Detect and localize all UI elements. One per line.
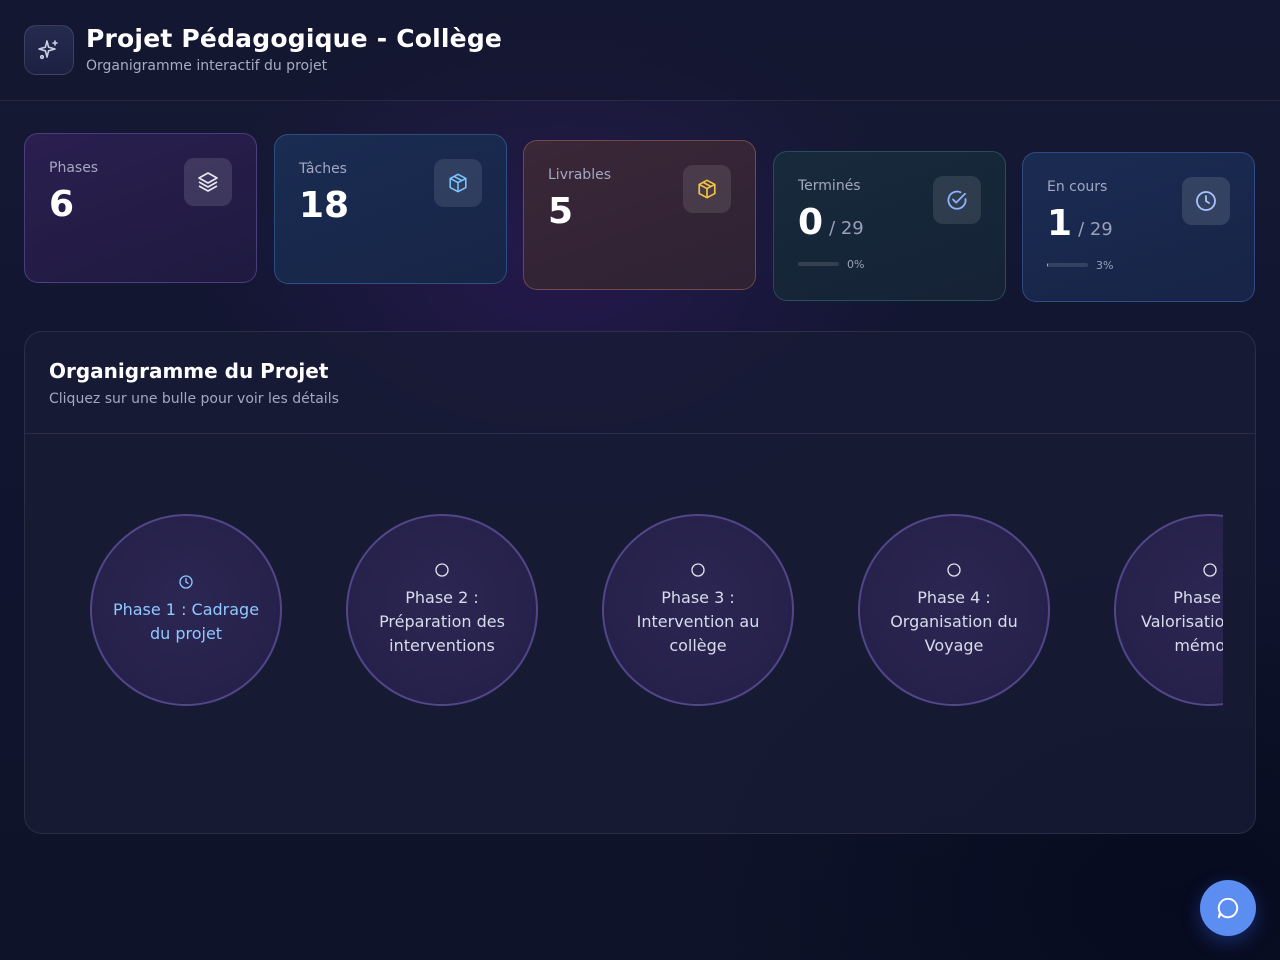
chat-bubble-icon — [1217, 897, 1239, 919]
orgchart-panel: Organigramme du Projet Cliquez sur une b… — [24, 331, 1256, 834]
package-icon — [698, 179, 716, 199]
logo[interactable] — [24, 25, 74, 75]
phase-label: Phase 4 : Organisation du Voyage — [890, 588, 1018, 655]
app-header: Projet Pédagogique - Collège Organigramm… — [0, 0, 1280, 101]
page-subtitle: Organigramme interactif du projet — [86, 58, 328, 74]
progress-bar — [798, 262, 839, 266]
page-title: Projet Pédagogique - Collège — [86, 24, 503, 53]
progress-bar — [1047, 263, 1088, 267]
phase-bubble-1[interactable]: Phase 1 : Cadrage du projet — [90, 514, 282, 706]
stat-value: 6 — [49, 184, 75, 225]
phase-label: Phase 5 : Valorisation de la mémoire — [1141, 588, 1223, 655]
phase-label: Phase 2 : Préparation des interventions — [379, 588, 505, 655]
stat-label: En cours — [1047, 179, 1108, 195]
stat-card-phases: Phases 6 — [24, 133, 257, 283]
progress-percent: 3% — [1096, 259, 1114, 272]
phase-bubbles: Phase 1 : Cadrage du projet Phase 2 : Pr… — [25, 435, 1223, 833]
clock-icon — [179, 575, 193, 589]
progress-fill — [1047, 263, 1049, 267]
stat-count: 1 — [1047, 203, 1073, 244]
stat-label: Tâches — [299, 161, 347, 177]
stat-label: Phases — [49, 160, 99, 176]
layers-icon — [198, 172, 218, 192]
stat-icon-box — [434, 159, 482, 207]
stat-icon-box — [683, 165, 731, 213]
cube-icon — [449, 173, 467, 193]
circle-icon — [1203, 563, 1217, 577]
stat-label: Livrables — [548, 167, 611, 183]
check-circle-icon — [947, 190, 967, 210]
circle-icon — [947, 563, 961, 577]
stat-card-en-cours: En cours 1/ 29 3% — [1022, 152, 1255, 302]
circle-icon — [435, 563, 449, 577]
orgchart-title: Organigramme du Projet — [49, 359, 329, 383]
clock-icon — [1196, 191, 1216, 211]
phase-label: Phase 3 : Intervention au collège — [636, 588, 760, 655]
orgchart-header: Organigramme du Projet Cliquez sur une b… — [25, 332, 1255, 434]
phase-bubble-4[interactable]: Phase 4 : Organisation du Voyage — [858, 514, 1050, 706]
stat-card-taches: Tâches 18 — [274, 134, 507, 284]
stat-icon-box — [184, 158, 232, 206]
orgchart-subtitle: Cliquez sur une bulle pour voir les déta… — [49, 391, 339, 407]
progress-percent: 0% — [847, 258, 865, 271]
stat-value: 1/ 29 — [1047, 203, 1113, 244]
stat-icon-box — [1182, 177, 1230, 225]
stat-card-termines: Terminés 0/ 29 0% — [773, 151, 1006, 301]
circle-icon — [691, 563, 705, 577]
stat-card-livrables: Livrables 5 — [523, 140, 756, 290]
stat-count: 0 — [798, 202, 824, 243]
chat-button[interactable] — [1200, 880, 1256, 936]
phase-bubble-3[interactable]: Phase 3 : Intervention au collège — [602, 514, 794, 706]
phase-bubble-2[interactable]: Phase 2 : Préparation des interventions — [346, 514, 538, 706]
stat-value: 18 — [299, 185, 350, 226]
stat-icon-box — [933, 176, 981, 224]
sparkles-icon — [38, 40, 58, 60]
stat-total: / 29 — [1078, 219, 1113, 240]
stat-label: Terminés — [798, 178, 861, 194]
stat-total: / 29 — [829, 218, 864, 239]
phase-label: Phase 1 : Cadrage du projet — [112, 600, 260, 643]
stat-value: 5 — [548, 191, 574, 232]
stat-value: 0/ 29 — [798, 202, 864, 243]
phase-bubble-5[interactable]: Phase 5 : Valorisation de la mémoire — [1114, 514, 1223, 706]
